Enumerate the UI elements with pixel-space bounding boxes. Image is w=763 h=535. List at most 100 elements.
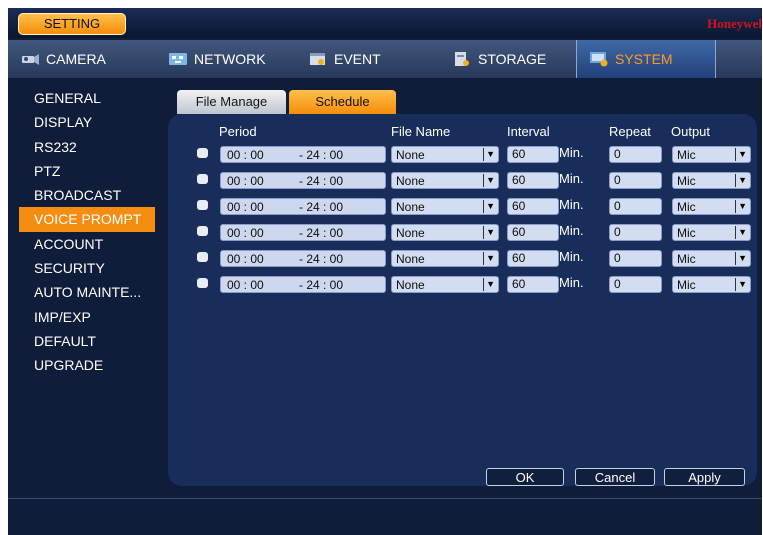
repeat-input[interactable]: 0 (609, 250, 662, 267)
file-name-value: None (396, 148, 425, 162)
interval-input[interactable]: 60 (507, 198, 559, 215)
period-field[interactable]: 00 : 00 - 24 : 00 (220, 224, 386, 241)
period-end: - 24 : 00 (299, 252, 344, 266)
sidebar-item-imp-exp[interactable]: IMP/EXP (8, 305, 158, 329)
file-name-value: None (396, 252, 425, 266)
interval-input[interactable]: 60 (507, 224, 559, 241)
file-name-value: None (396, 200, 425, 214)
period-field[interactable]: 00 : 00 - 24 : 00 (220, 198, 386, 215)
dvr-settings-window: SETTING Honeywel CAMERA NETWORK EVENT ST… (8, 8, 762, 535)
sidebar-item-default[interactable]: DEFAULT (8, 329, 158, 353)
interval-unit: Min. (559, 223, 584, 238)
period-field[interactable]: 00 : 00 - 24 : 00 (220, 172, 386, 189)
file-name-select[interactable]: None ▼ (391, 224, 499, 241)
chevron-down-icon: ▼ (735, 278, 747, 291)
header-interval: Interval (507, 124, 550, 139)
chevron-down-icon: ▼ (483, 174, 495, 187)
output-select[interactable]: Mic ▼ (672, 276, 751, 293)
interval-input[interactable]: 60 (507, 172, 559, 189)
period-field[interactable]: 00 : 00 - 24 : 00 (220, 250, 386, 267)
period-field[interactable]: 00 : 00 - 24 : 00 (220, 276, 386, 293)
period-end: - 24 : 00 (299, 148, 344, 162)
tab-system[interactable]: SYSTEM (576, 40, 716, 78)
schedule-row: 00 : 00 - 24 : 00 None ▼ 60 Min. 0 Mic ▼ (8, 249, 762, 270)
interval-input[interactable]: 60 (507, 146, 559, 163)
file-name-select[interactable]: None ▼ (391, 146, 499, 163)
interval-unit: Min. (559, 197, 584, 212)
output-select[interactable]: Mic ▼ (672, 198, 751, 215)
tab-camera[interactable]: CAMERA (20, 40, 160, 78)
file-name-select[interactable]: None ▼ (391, 172, 499, 189)
chevron-down-icon: ▼ (735, 226, 747, 239)
header-output: Output (671, 124, 711, 139)
enable-checkbox[interactable] (197, 226, 208, 236)
period-start: 00 : 00 (227, 226, 264, 240)
apply-button[interactable]: Apply (664, 468, 745, 486)
file-name-value: None (396, 278, 425, 292)
enable-checkbox[interactable] (197, 278, 208, 288)
enable-checkbox[interactable] (197, 252, 208, 262)
schedule-panel (168, 114, 757, 486)
file-name-select[interactable]: None ▼ (391, 276, 499, 293)
enable-checkbox[interactable] (197, 200, 208, 210)
chevron-down-icon: ▼ (735, 252, 747, 265)
chevron-down-icon: ▼ (483, 278, 495, 291)
schedule-row: 00 : 00 - 24 : 00 None ▼ 60 Min. 0 Mic ▼ (8, 223, 762, 244)
system-icon (589, 51, 609, 67)
interval-unit: Min. (559, 275, 584, 290)
period-end: - 24 : 00 (299, 174, 344, 188)
output-select[interactable]: Mic ▼ (672, 172, 751, 189)
file-name-select[interactable]: None ▼ (391, 198, 499, 215)
repeat-input[interactable]: 0 (609, 276, 662, 293)
period-field[interactable]: 00 : 00 - 24 : 00 (220, 146, 386, 163)
cancel-button[interactable]: Cancel (575, 468, 655, 486)
enable-checkbox[interactable] (197, 148, 208, 158)
repeat-input[interactable]: 0 (609, 172, 662, 189)
chevron-down-icon: ▼ (735, 174, 747, 187)
repeat-input[interactable]: 0 (609, 146, 662, 163)
schedule-row: 00 : 00 - 24 : 00 None ▼ 60 Min. 0 Mic ▼ (8, 197, 762, 218)
output-select[interactable]: Mic ▼ (672, 146, 751, 163)
window-title: SETTING (18, 13, 126, 35)
interval-unit: Min. (559, 171, 584, 186)
tab-network[interactable]: NETWORK (168, 40, 298, 78)
interval-input[interactable]: 60 (507, 276, 559, 293)
chevron-down-icon: ▼ (483, 226, 495, 239)
output-value: Mic (677, 252, 696, 266)
main-nav: CAMERA NETWORK EVENT STORAGE SYSTEM (8, 40, 762, 78)
tab-label: STORAGE (478, 51, 547, 67)
chevron-down-icon: ▼ (735, 148, 747, 161)
period-end: - 24 : 00 (299, 226, 344, 240)
repeat-input[interactable]: 0 (609, 198, 662, 215)
tab-schedule[interactable]: Schedule (289, 90, 396, 114)
period-start: 00 : 00 (227, 174, 264, 188)
tab-label: SYSTEM (615, 51, 673, 67)
enable-checkbox[interactable] (197, 174, 208, 184)
sidebar-item-general[interactable]: GENERAL (8, 86, 158, 110)
period-start: 00 : 00 (227, 148, 264, 162)
file-name-select[interactable]: None ▼ (391, 250, 499, 267)
tab-label: CAMERA (46, 51, 106, 67)
chevron-down-icon: ▼ (483, 148, 495, 161)
tab-storage[interactable]: STORAGE (452, 40, 582, 78)
repeat-input[interactable]: 0 (609, 224, 662, 241)
sidebar-item-upgrade[interactable]: UPGRADE (8, 353, 158, 377)
output-select[interactable]: Mic ▼ (672, 250, 751, 267)
interval-unit: Min. (559, 145, 584, 160)
sidebar-item-display[interactable]: DISPLAY (8, 110, 158, 134)
ok-button[interactable]: OK (486, 468, 564, 486)
event-icon (308, 51, 328, 67)
title-bar: SETTING Honeywel (8, 8, 762, 38)
output-value: Mic (677, 278, 696, 292)
tab-event[interactable]: EVENT (308, 40, 438, 78)
output-value: Mic (677, 200, 696, 214)
header-period: Period (219, 124, 257, 139)
interval-input[interactable]: 60 (507, 250, 559, 267)
output-select[interactable]: Mic ▼ (672, 224, 751, 241)
chevron-down-icon: ▼ (483, 252, 495, 265)
tab-file-manage[interactable]: File Manage (177, 90, 286, 114)
file-name-value: None (396, 226, 425, 240)
network-icon (168, 51, 188, 67)
storage-icon (452, 51, 472, 67)
status-divider (8, 498, 762, 499)
